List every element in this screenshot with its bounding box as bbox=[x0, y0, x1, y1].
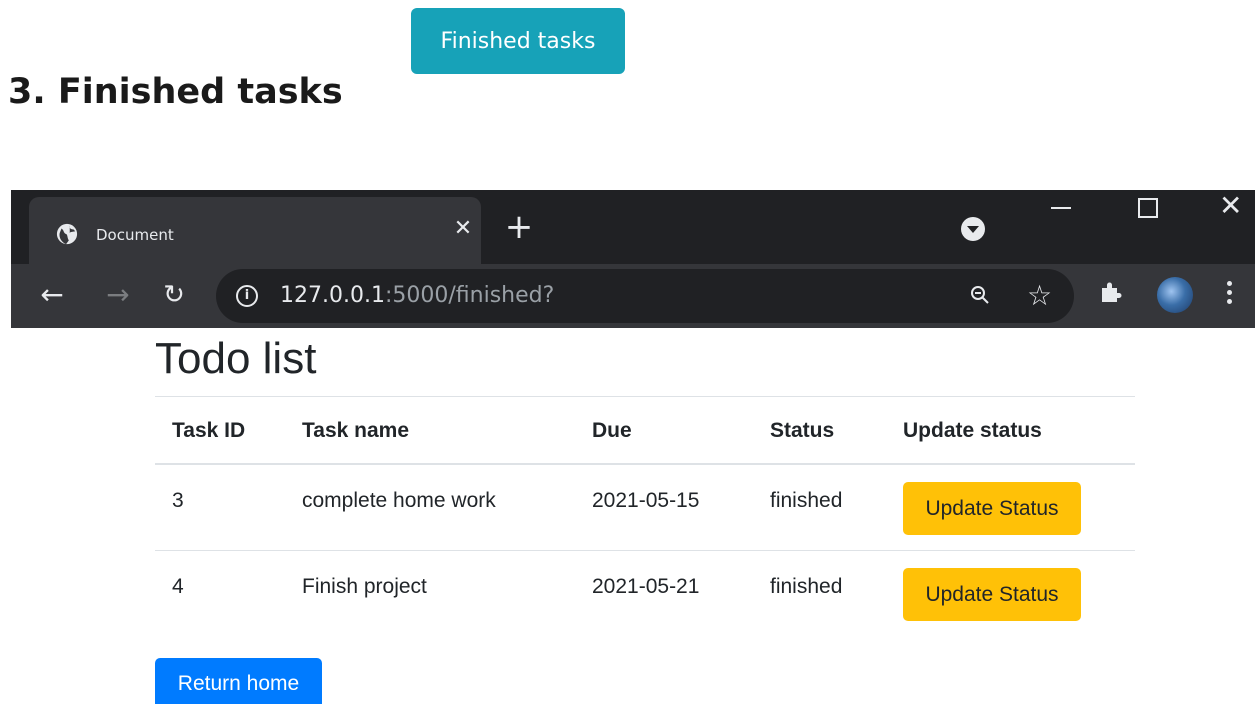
header-task-id: Task ID bbox=[155, 398, 285, 465]
table-row: 4 Finish project 2021-05-21 finished Upd… bbox=[155, 550, 1135, 636]
maximize-icon[interactable] bbox=[1138, 198, 1158, 218]
table-header-row: Task ID Task name Due Status Update stat… bbox=[155, 398, 1135, 465]
window-close-icon[interactable]: ✕ bbox=[1219, 192, 1242, 220]
task-name-cell: Finish project bbox=[302, 574, 427, 598]
due-cell: 2021-05-21 bbox=[592, 574, 700, 598]
minimize-icon[interactable] bbox=[1051, 207, 1071, 209]
profile-avatar[interactable] bbox=[1157, 277, 1193, 313]
status-cell: finished bbox=[753, 464, 886, 551]
task-id-cell: 4 bbox=[172, 574, 184, 598]
title-divider bbox=[155, 396, 1135, 397]
todo-table: Task ID Task name Due Status Update stat… bbox=[155, 398, 1135, 636]
menu-icon[interactable] bbox=[1227, 278, 1233, 312]
browser-toolbar: ← → ↻ i 127.0.0.1:5000/finished? ☆ bbox=[11, 264, 1255, 328]
tab-search-icon[interactable] bbox=[961, 217, 985, 241]
browser-tab[interactable]: Document ✕ bbox=[29, 197, 481, 264]
update-status-button[interactable]: Update Status bbox=[903, 482, 1081, 535]
task-name-cell: complete home work bbox=[285, 464, 575, 551]
update-cell: Update Status bbox=[886, 464, 1135, 551]
forward-icon[interactable]: → bbox=[101, 278, 135, 312]
return-home-button[interactable]: Return home bbox=[155, 658, 322, 704]
header-update-status: Update status bbox=[886, 398, 1135, 465]
page-title: Todo list bbox=[155, 334, 317, 383]
finished-tasks-button[interactable]: Finished tasks bbox=[411, 8, 625, 74]
address-bar[interactable]: i 127.0.0.1:5000/finished? ☆ bbox=[216, 269, 1074, 323]
header-status: Status bbox=[753, 398, 886, 465]
extensions-icon[interactable] bbox=[1099, 280, 1123, 304]
task-id-cell: 3 bbox=[155, 464, 285, 551]
globe-icon bbox=[56, 223, 78, 245]
update-status-button[interactable]: Update Status bbox=[903, 567, 1081, 621]
info-icon[interactable]: i bbox=[236, 285, 258, 307]
browser-window: Document ✕ + ✕ ← → ↻ i 127.0.0.1:5000/fi… bbox=[11, 190, 1255, 328]
zoom-out-icon[interactable] bbox=[970, 285, 990, 305]
due-cell: 2021-05-15 bbox=[575, 464, 753, 551]
url-host: 127.0.0.1 bbox=[280, 283, 385, 308]
star-icon[interactable]: ☆ bbox=[1027, 279, 1052, 313]
close-icon[interactable]: ✕ bbox=[453, 218, 473, 240]
table-row: 3 complete home work 2021-05-15 finished… bbox=[155, 464, 1135, 551]
url-text[interactable]: 127.0.0.1:5000/finished? bbox=[280, 282, 554, 310]
header-task-name: Task name bbox=[285, 398, 575, 465]
reload-icon[interactable]: ↻ bbox=[157, 278, 191, 312]
tab-title: Document bbox=[96, 226, 174, 244]
url-path: :5000/finished? bbox=[384, 283, 555, 308]
plus-icon[interactable]: + bbox=[504, 210, 534, 244]
status-cell: finished bbox=[770, 574, 843, 598]
section-heading: 3. Finished tasks bbox=[8, 72, 343, 112]
header-due: Due bbox=[575, 398, 753, 465]
update-cell: Update Status bbox=[886, 550, 1135, 636]
back-icon[interactable]: ← bbox=[35, 278, 69, 312]
